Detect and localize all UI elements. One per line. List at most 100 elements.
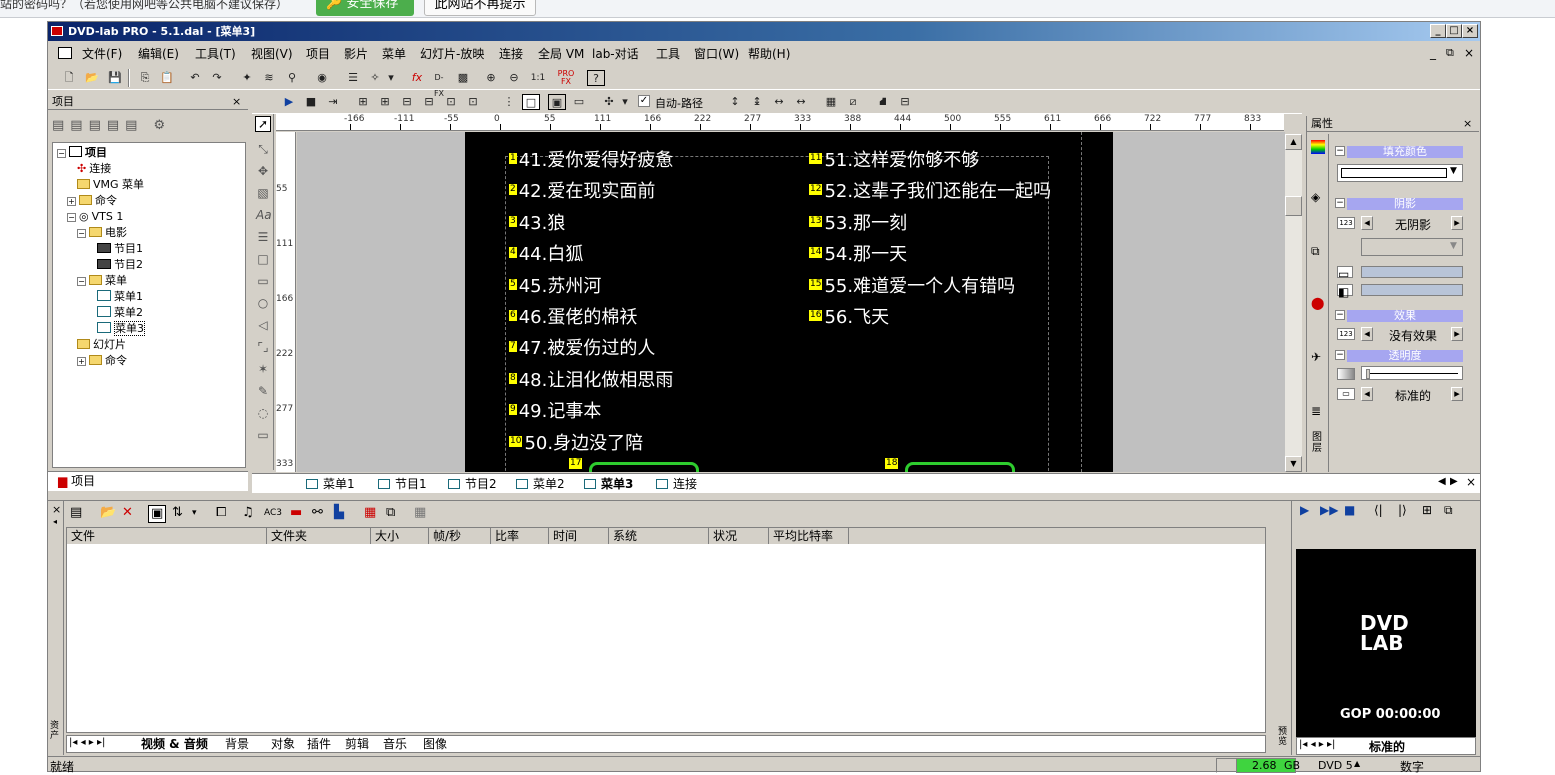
tree-vts1[interactable]: − ◎ VTS 1 — [67, 210, 123, 224]
mdi-minimize-button[interactable]: _ — [1430, 46, 1436, 60]
tree-title2[interactable]: 节目2 — [97, 258, 143, 272]
paste-icon[interactable]: 📋 — [158, 70, 176, 86]
expand-icon[interactable]: − — [67, 213, 76, 222]
blend-prev-button[interactable]: ◂ — [1361, 387, 1373, 401]
doc-tab-4[interactable]: 菜单3 — [584, 476, 634, 492]
tree-slideshow[interactable]: 幻灯片 — [77, 338, 126, 352]
menu-item-6[interactable]: 菜单 — [382, 46, 406, 62]
fast-forward-icon[interactable]: ▶▶ — [1320, 503, 1338, 517]
asset-tab-5[interactable]: 音乐 — [383, 736, 407, 752]
menu-button-14[interactable]: 14 54.那一天 — [809, 244, 907, 266]
export-icon[interactable]: ⛘ — [874, 94, 892, 110]
play-icon[interactable]: ▶ — [1300, 503, 1309, 517]
column-header-0[interactable]: 文件 — [67, 528, 267, 544]
preview-nav-icon[interactable]: |◂ ◂ ▸ ▸| — [1299, 739, 1335, 750]
menu-item-10[interactable]: lab-对话 — [592, 46, 639, 62]
align-top-icon[interactable]: ⊟ — [398, 94, 416, 110]
menu-button-13[interactable]: 13 53.那一刻 — [809, 213, 907, 235]
export-frame-icon[interactable]: ⧉ — [1444, 503, 1453, 518]
effect-next-button[interactable]: ▸ — [1451, 327, 1463, 341]
column-header-3[interactable]: 帧/秒 — [429, 528, 491, 544]
menu-item-0[interactable]: 文件(F) — [82, 46, 122, 62]
asset-tab-1[interactable]: 背景 — [225, 736, 249, 752]
doc-tab-1[interactable]: 节目1 — [378, 476, 427, 492]
menu-button-5[interactable]: 5 45.苏州河 — [509, 276, 601, 298]
mdi-restore-button[interactable]: ⧉ — [1446, 46, 1454, 60]
wizard-icon[interactable]: ✦ — [238, 70, 256, 86]
arrange-h-icon[interactable]: ↔ — [770, 94, 788, 110]
step-icon[interactable]: ⇥ — [324, 94, 342, 110]
dvd-type[interactable]: DVD 5 — [1318, 759, 1353, 772]
blend-next-button[interactable]: ▸ — [1451, 387, 1463, 401]
arrange-h2-icon[interactable]: ↔ — [792, 94, 810, 110]
tree-icon[interactable]: ⧠ — [216, 503, 226, 523]
menu-button-12[interactable]: 12 52.这辈子我们还能在一起吗 — [809, 181, 1051, 203]
record-icon[interactable]: ◉ — [313, 70, 331, 86]
tree-vmg-menu[interactable]: VMG 菜单 — [77, 178, 144, 192]
doc-tab-2[interactable]: 节目2 — [448, 476, 497, 492]
dfx-icon[interactable]: D-FX — [430, 70, 448, 98]
align-left-icon[interactable]: ⊞ — [354, 94, 372, 110]
menu-item-4[interactable]: 项目 — [306, 46, 330, 62]
zoom-1to1-icon[interactable]: 1:1 — [529, 70, 547, 86]
distribute-icon[interactable]: ⊡ — [442, 94, 460, 110]
tree-links[interactable]: ✣ 连接 — [77, 162, 111, 176]
binoculars-icon[interactable]: ⚲ — [283, 70, 301, 86]
grid-icon[interactable]: ⋮ — [500, 94, 518, 110]
doc-tab-3[interactable]: 菜单2 — [516, 476, 565, 492]
menu-button-4[interactable]: 4 44.白狐 — [509, 244, 583, 266]
mark-in-icon[interactable]: ⟨| — [1374, 503, 1383, 517]
expand-icon[interactable]: − — [77, 277, 86, 286]
open-icon[interactable]: 📂 — [83, 70, 101, 86]
asset-tab-2[interactable]: 对象 — [271, 736, 295, 752]
column-header-1[interactable]: 文件夹 — [267, 528, 371, 544]
scroll-down-icon[interactable]: ▼ — [1285, 456, 1302, 472]
save-icon[interactable]: 💾 — [106, 70, 124, 86]
expand-icon[interactable]: − — [57, 149, 66, 158]
tree-movies[interactable]: − 电影 — [77, 226, 127, 240]
zoom-out-icon[interactable]: ⊖ — [505, 70, 523, 86]
side-tab-layers[interactable]: 图层 — [1311, 432, 1323, 454]
find-icon[interactable]: ⚯ — [312, 503, 323, 523]
compile-icon[interactable]: ☰ — [344, 70, 362, 86]
fill-toggle-icon[interactable]: − — [1335, 146, 1345, 156]
chevron-down-icon[interactable]: ▾ — [192, 503, 197, 523]
menu-item-9[interactable]: 全局 VM — [538, 46, 584, 62]
asset-tab-0[interactable]: 视频 & 音频 — [141, 736, 208, 752]
opacity-slider[interactable] — [1361, 366, 1463, 380]
dont-prompt-button[interactable]: 此网站不再提示 — [424, 0, 536, 16]
asset-tab-6[interactable]: 图像 — [423, 736, 447, 752]
chevron-down-icon[interactable]: ▾ — [386, 70, 396, 86]
open-folder-icon[interactable]: 📂 — [100, 503, 116, 523]
tree-title1[interactable]: 节目1 — [97, 242, 143, 256]
tree-menus[interactable]: − 菜单 — [77, 274, 127, 288]
doc-tab-0[interactable]: 菜单1 — [306, 476, 355, 492]
shadow-style-dropdown[interactable]: ▼ — [1361, 238, 1463, 256]
menu-item-13[interactable]: 帮助(H) — [748, 46, 790, 62]
menu-item-8[interactable]: 连接 — [499, 46, 523, 62]
maximize-button[interactable]: □ — [1446, 24, 1462, 38]
pro-fx-icon[interactable]: PRO FX — [557, 70, 575, 86]
tree-menu1[interactable]: 菜单1 — [97, 290, 143, 304]
expand-icon[interactable]: + — [67, 197, 76, 206]
layers-icon[interactable]: ≋ — [260, 70, 278, 86]
column-header-8[interactable]: 平均比特率 — [769, 528, 849, 544]
screen-icon[interactable]: ⊟ — [896, 94, 914, 110]
column-header-7[interactable]: 状况 — [709, 528, 769, 544]
tab-scroll-right-icon[interactable]: ▶ — [1450, 476, 1458, 487]
help-icon[interactable]: ? — [587, 70, 605, 86]
tree-menu3[interactable]: 菜单3 — [97, 321, 145, 336]
doc-tab-5[interactable]: 连接 — [656, 476, 697, 492]
grid-assets-icon[interactable]: ▦ — [414, 503, 426, 523]
tab-close-icon[interactable]: × — [1466, 475, 1476, 489]
shadow-color-icon[interactable]: ▭ — [1337, 266, 1353, 281]
nav-next-button[interactable] — [905, 462, 1015, 472]
expand-icon[interactable]: + — [77, 357, 86, 366]
color-palette-icon[interactable] — [1311, 140, 1325, 154]
align-bottom-icon[interactable]: ⊟ — [420, 94, 438, 110]
fill-color-dropdown[interactable]: ▼ — [1337, 164, 1463, 182]
menu-button-9[interactable]: 9 49.记事本 — [509, 401, 601, 423]
auto-route-checkbox[interactable]: ✓ — [638, 95, 650, 107]
menu-button-8[interactable]: 8 48.让泪化做相思雨 — [509, 370, 673, 392]
menu-button-11[interactable]: 11 51.这样爱你够不够 — [809, 150, 979, 172]
